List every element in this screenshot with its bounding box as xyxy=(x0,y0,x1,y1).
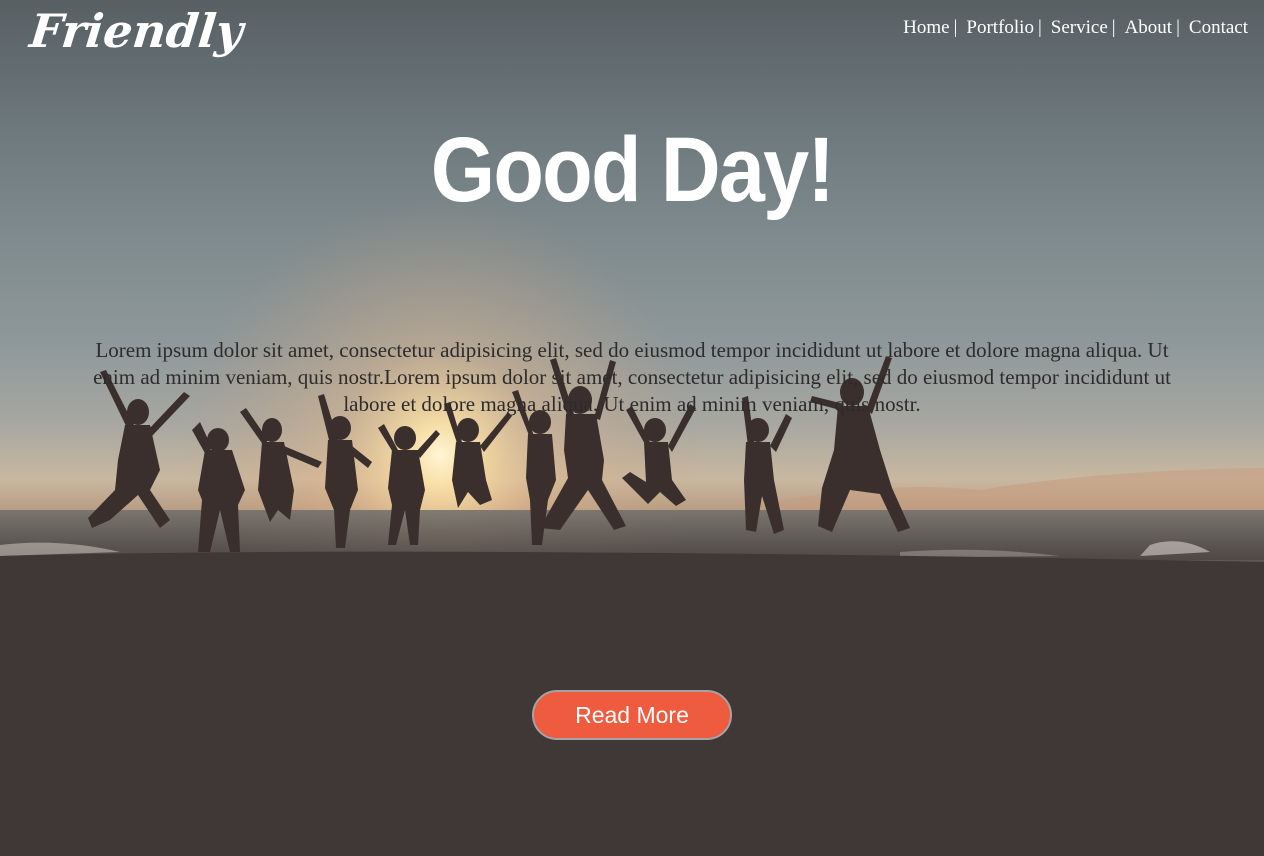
read-more-button[interactable]: Read More xyxy=(532,690,732,740)
nav-link-portfolio[interactable]: Portfolio xyxy=(966,17,1034,39)
hero-headline: Good Day! xyxy=(430,119,835,221)
nav-link-about[interactable]: About xyxy=(1125,17,1173,39)
nav-link-home[interactable]: Home xyxy=(903,17,949,39)
nav-separator: | xyxy=(1111,17,1116,38)
hero-section: Friendly Home | Portfolio | Service | Ab… xyxy=(0,0,1264,856)
brand-logo[interactable]: Friendly xyxy=(27,4,245,58)
nav-separator: | xyxy=(953,17,958,38)
nav-link-service[interactable]: Service xyxy=(1051,17,1108,39)
nav-link-contact[interactable]: Contact xyxy=(1189,17,1248,39)
nav-separator: | xyxy=(1176,17,1180,38)
nav-separator: | xyxy=(1037,17,1042,38)
main-navigation: Home | Portfolio | Service | About | Con… xyxy=(903,17,1248,39)
hero-intro-text: Lorem ipsum dolor sit amet, consectetur … xyxy=(93,338,1171,416)
